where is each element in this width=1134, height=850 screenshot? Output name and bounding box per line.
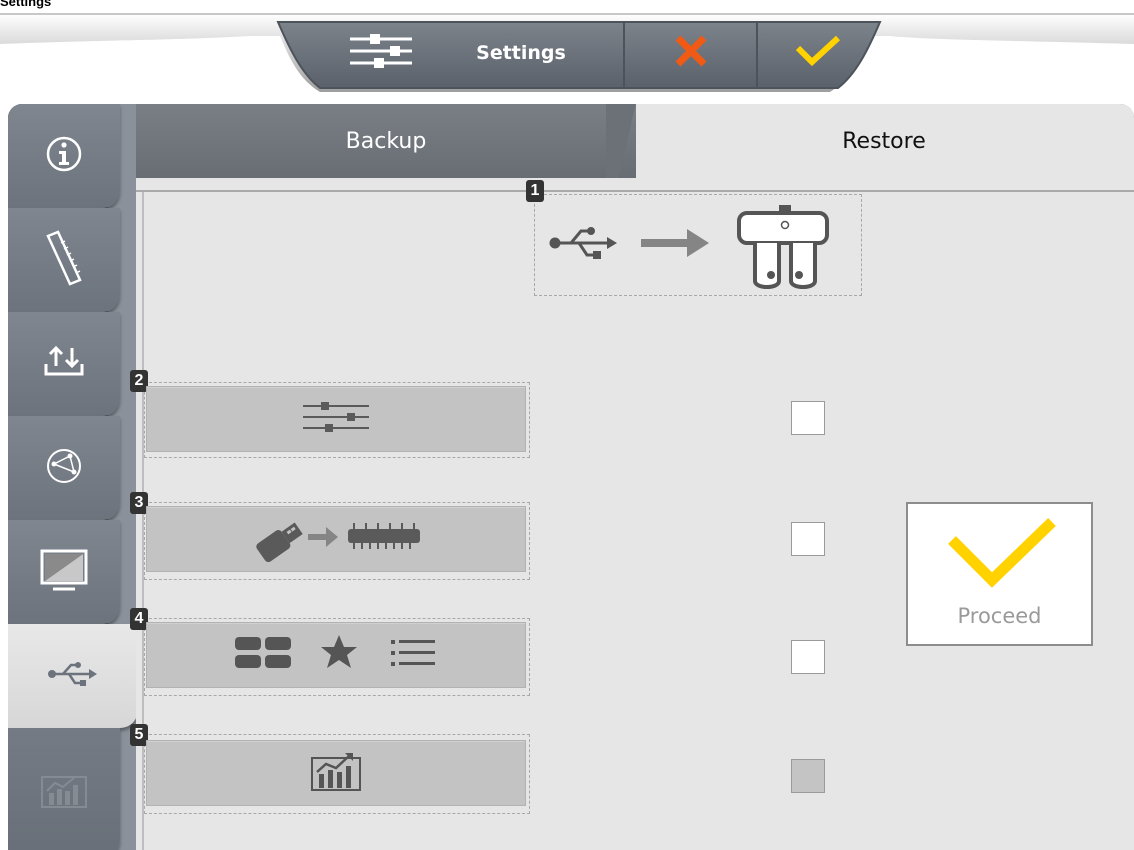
device-icon — [737, 205, 829, 289]
restore-statistics-checkbox — [791, 759, 825, 793]
restore-firmware-button[interactable] — [146, 506, 526, 572]
sliders-icon — [346, 31, 416, 75]
settings-header-button[interactable]: Settings — [290, 20, 622, 86]
network-icon — [44, 446, 84, 490]
tab-backup-label: Backup — [345, 128, 427, 154]
ruler-icon — [42, 228, 86, 292]
sidebar-item-display[interactable] — [8, 520, 120, 624]
arrow-right-icon — [641, 229, 709, 257]
proceed-label: Proceed — [957, 604, 1042, 628]
info-icon — [44, 134, 84, 178]
restore-layouts-checkbox[interactable] — [791, 640, 825, 674]
restore-firmware-checkbox[interactable] — [791, 522, 825, 556]
sidebar-item-transfer[interactable] — [8, 312, 120, 416]
chart-icon — [309, 750, 363, 796]
tab-backup[interactable]: Backup — [136, 104, 636, 178]
tab-divider — [136, 190, 1134, 192]
sidebar-item-network[interactable] — [8, 416, 120, 520]
sidebar-item-info[interactable] — [8, 104, 120, 208]
check-icon — [795, 34, 841, 72]
chart-icon — [39, 771, 89, 815]
settings-header-label: Settings — [476, 42, 566, 64]
restore-source-diagram — [534, 194, 862, 296]
display-icon — [39, 548, 89, 596]
main-panel: Backup Restore 1 2 3 4 5 Proceed — [8, 104, 1134, 850]
close-icon — [673, 33, 709, 73]
usb-icon — [47, 660, 99, 692]
confirm-button[interactable] — [758, 20, 878, 86]
tab-restore-label: Restore — [842, 128, 926, 154]
restore-settings-checkbox[interactable] — [791, 401, 825, 435]
sliders-icon — [301, 400, 371, 438]
upload-download-icon — [42, 344, 86, 384]
restore-statistics-button[interactable] — [146, 740, 526, 806]
sidebar-item-usb[interactable] — [8, 624, 138, 728]
usb-icon — [549, 227, 617, 259]
layout-star-list-icon — [231, 631, 441, 679]
cancel-button[interactable] — [626, 20, 756, 86]
check-icon — [948, 518, 1058, 592]
restore-settings-button[interactable] — [146, 386, 526, 452]
sidebar-item-statistics — [8, 728, 120, 850]
proceed-button[interactable]: Proceed — [906, 502, 1093, 646]
usb-to-chip-icon — [246, 512, 426, 566]
tab-restore[interactable]: Restore — [634, 104, 1134, 178]
step-badge-1: 1 — [526, 180, 544, 202]
restore-layouts-button[interactable] — [146, 622, 526, 688]
sidebar-item-measurement[interactable] — [8, 208, 120, 312]
restore-content: Backup Restore 1 2 3 4 5 Proceed — [130, 104, 1134, 850]
